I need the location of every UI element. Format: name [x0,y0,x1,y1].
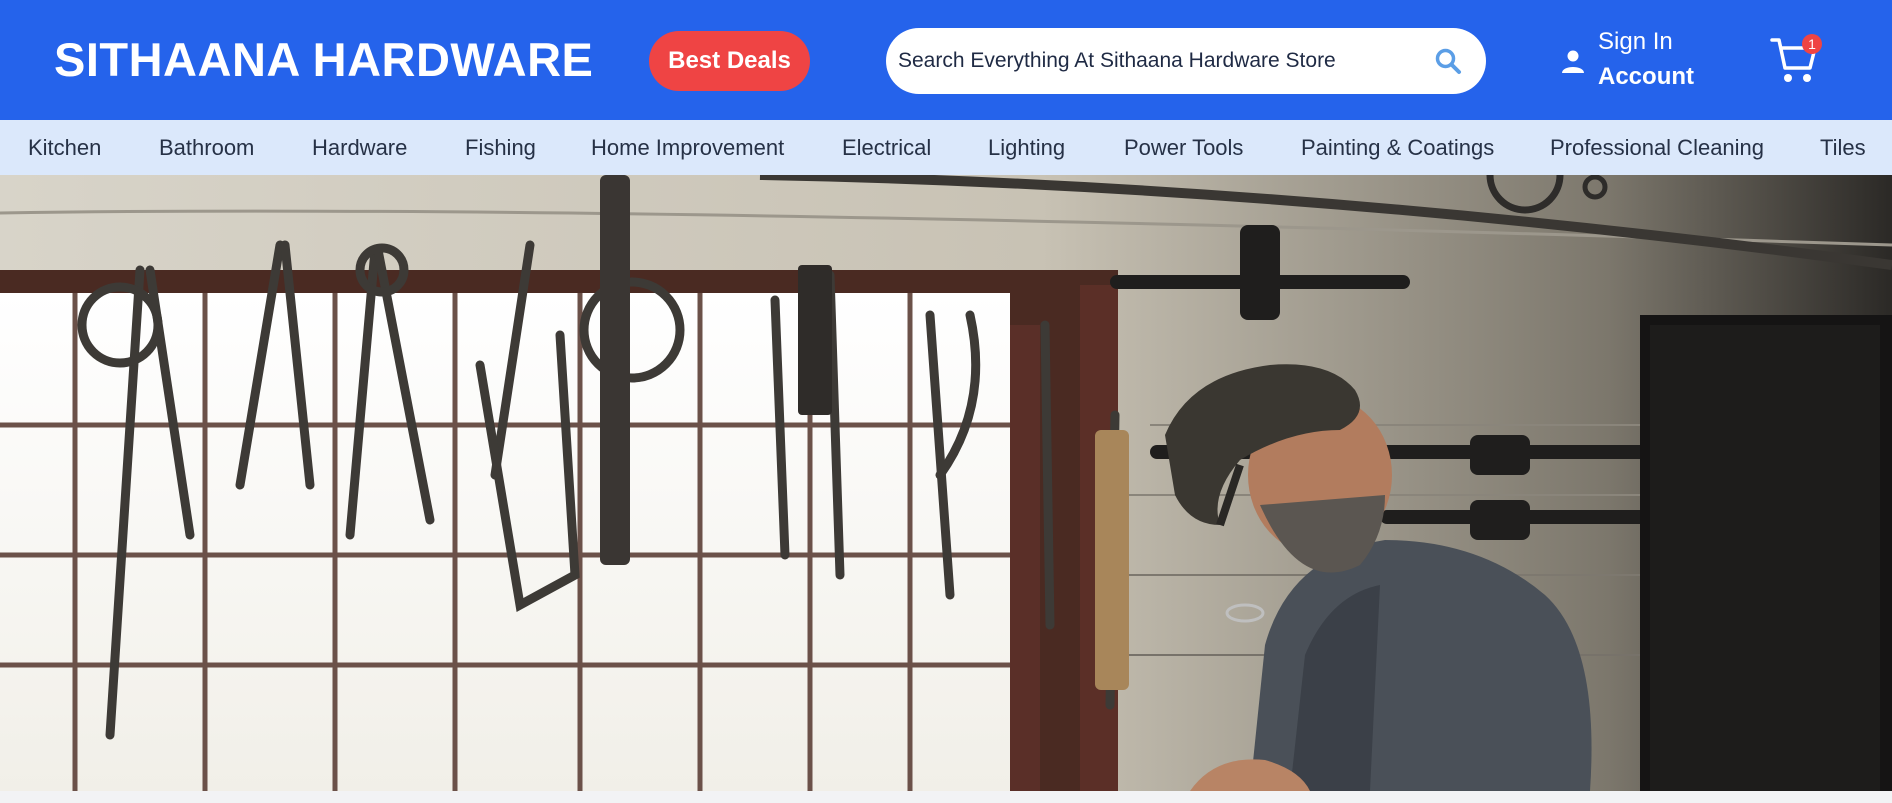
category-hardware[interactable]: Hardware [312,120,407,175]
category-painting-coatings[interactable]: Painting & Coatings [1301,120,1494,175]
search-bar [886,28,1486,94]
category-kitchen[interactable]: Kitchen [28,120,101,175]
cart-button[interactable]: 1 [1770,34,1822,86]
category-home-improvement[interactable]: Home Improvement [591,120,784,175]
hero-workshop-image [0,175,1892,791]
category-tiles[interactable]: Tiles [1820,120,1866,175]
category-nav: Kitchen Bathroom Hardware Fishing Home I… [0,120,1892,175]
account-label[interactable]: Account [1598,61,1694,93]
category-power-tools[interactable]: Power Tools [1124,120,1243,175]
best-deals-button[interactable]: Best Deals [649,31,810,91]
category-bathroom[interactable]: Bathroom [159,120,254,175]
user-icon [1562,50,1584,73]
category-fishing[interactable]: Fishing [465,120,536,175]
category-professional-cleaning[interactable]: Professional Cleaning [1550,120,1764,175]
site-header: SITHAANA HARDWARE Best Deals Sign In Acc… [0,0,1892,120]
search-icon[interactable] [1434,47,1462,75]
cart-count-badge: 1 [1802,34,1822,54]
hero-banner [0,175,1892,791]
brand-logo[interactable]: SITHAANA HARDWARE [54,34,593,86]
category-electrical[interactable]: Electrical [842,120,931,175]
account-link[interactable]: Sign In Account [1560,26,1710,96]
sign-in-label[interactable]: Sign In [1598,26,1673,58]
search-input[interactable] [898,28,1398,94]
category-lighting[interactable]: Lighting [988,120,1065,175]
